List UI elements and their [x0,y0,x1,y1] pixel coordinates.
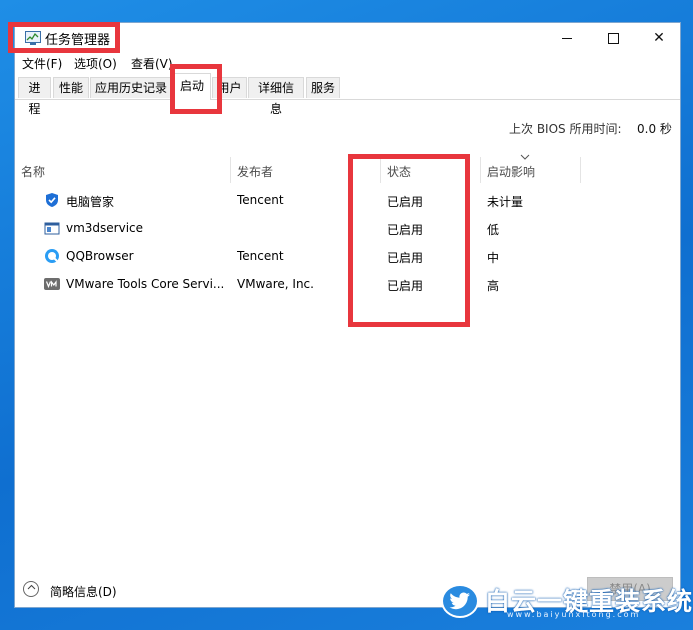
tab-startup[interactable]: 启动 [173,73,211,100]
table-row[interactable]: 电脑管家 Tencent 已启用 未计量 [15,187,680,215]
row-publisher: Tencent [237,193,284,207]
row-name: QQBrowser [66,249,134,263]
bios-time-value: 0.0 秒 [637,122,672,136]
row-publisher: VMware, Inc. [237,277,314,291]
window-icon [44,220,60,236]
table-row[interactable]: VMware Tools Core Servi... VMware, Inc. … [15,271,680,299]
tab-processes[interactable]: 进程 [18,77,51,116]
tab-app-history[interactable]: 应用历史记录 [90,77,172,98]
row-name: vm3dservice [66,221,144,235]
tab-strip: 进程 性能 应用历史记录 启动 用户 详细信息 服务 [15,73,680,116]
task-manager-icon [25,31,41,45]
close-button[interactable]: ✕ [636,23,682,53]
row-status: 已启用 [387,251,424,265]
tab-performance[interactable]: 性能 [53,77,89,98]
minimize-button[interactable] [544,23,590,53]
minimize-icon [562,37,572,39]
sort-descending-icon [520,153,530,163]
table-row[interactable]: vm3dservice 已启用 低 [15,215,680,243]
maximize-icon [607,32,619,44]
row-status: 已启用 [387,195,424,209]
watermark-logo: 白云一键重装系统 www.baiyunxitong.com [441,582,692,622]
chevron-up-icon[interactable] [23,581,39,597]
row-publisher: Tencent [237,249,284,263]
shield-icon [44,192,60,208]
menu-view[interactable]: 查看(V) [131,55,173,72]
tab-details[interactable]: 详细信息 [248,77,304,116]
column-status[interactable]: 状态 [381,157,481,183]
close-icon: ✕ [653,30,665,46]
row-name: VMware Tools Core Servi... [66,277,225,291]
column-impact[interactable]: 启动影响 [481,157,581,183]
task-manager-window: 任务管理器 ✕ 文件(F) 选项(O) 查看(V) 进程 性能 应用历史记录 启… [14,22,681,608]
row-impact: 中 [487,251,500,265]
fewer-details-link[interactable]: 简略信息(D) [50,583,117,600]
menu-options[interactable]: 选项(O) [74,55,117,72]
row-status: 已启用 [387,279,424,293]
twitter-bird-icon [441,584,479,618]
row-impact: 高 [487,279,500,293]
menu-bar: 文件(F) 选项(O) 查看(V) [15,53,680,73]
bios-time-label: 上次 BIOS 所用时间: [509,122,622,136]
watermark-url: www.baiyunxitong.com [507,610,641,619]
vm-icon [44,276,60,292]
column-header-row: 名称 发布者 状态 启动影响 [15,154,680,183]
column-name[interactable]: 名称 [15,157,231,183]
title-bar[interactable]: 任务管理器 ✕ [15,23,680,53]
maximize-button[interactable] [590,23,636,53]
browser-icon [44,248,60,264]
row-impact: 低 [487,223,500,237]
window-title: 任务管理器 [45,33,111,48]
row-name: 电脑管家 [66,195,115,209]
table-row[interactable]: QQBrowser Tencent 已启用 中 [15,243,680,271]
row-impact: 未计量 [487,195,524,209]
tab-users[interactable]: 用户 [212,77,247,98]
column-publisher[interactable]: 发布者 [231,157,381,183]
row-status: 已启用 [387,223,424,237]
tab-services[interactable]: 服务 [306,77,340,98]
menu-file[interactable]: 文件(F) [22,55,62,72]
